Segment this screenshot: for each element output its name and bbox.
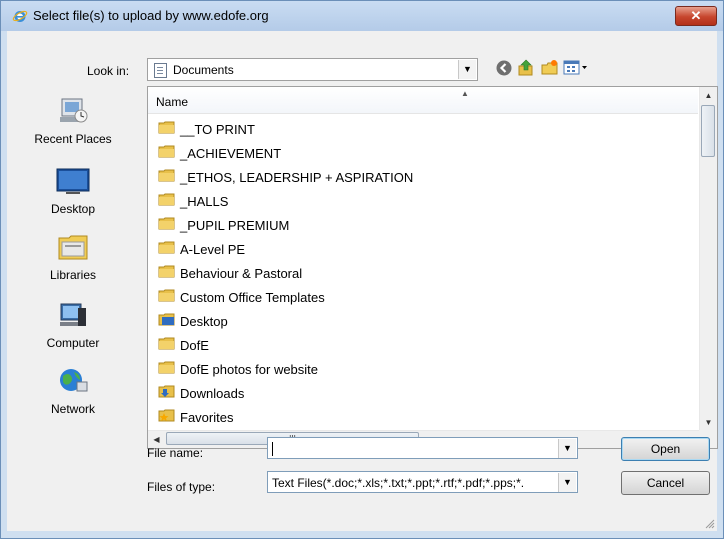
desktop-icon [56, 168, 90, 194]
list-item[interactable]: _ACHIEVEMENT [158, 141, 688, 163]
folder-icon [158, 265, 175, 278]
libraries-icon [58, 235, 88, 260]
list-item[interactable]: DofE [158, 333, 688, 355]
place-recent-places[interactable]: Recent Places [7, 96, 139, 146]
list-item[interactable]: _PUPIL PREMIUM [158, 213, 688, 235]
place-network[interactable]: Network [7, 366, 139, 416]
item-label: __TO PRINT [180, 122, 255, 137]
files-of-type-label: Files of type: [147, 480, 216, 494]
list-item[interactable]: __TO PRINT [158, 117, 688, 139]
downloads-folder-icon [158, 385, 175, 398]
text-caret [272, 442, 273, 456]
folder-icon [158, 289, 175, 302]
place-label: Recent Places [34, 132, 112, 146]
list-item[interactable]: Behaviour & Pastoral [158, 261, 688, 283]
item-label: _PUPIL PREMIUM [180, 218, 290, 233]
network-icon [60, 369, 88, 392]
documents-icon [154, 63, 167, 78]
look-in-dropdown[interactable]: Documents ▼ [147, 58, 478, 81]
look-in-value: Documents [173, 63, 234, 77]
item-label: DofE photos for website [180, 362, 319, 377]
look-in-label: Look in: [87, 64, 130, 78]
new-folder-icon[interactable] [541, 59, 559, 77]
item-label: Custom Office Templates [180, 290, 325, 305]
place-label: Desktop [50, 202, 96, 216]
column-header-name[interactable]: Name ▲ [148, 87, 698, 114]
place-desktop[interactable]: Desktop [7, 166, 139, 216]
scroll-up-icon[interactable]: ▲ [700, 87, 717, 104]
resize-grip-icon[interactable] [705, 519, 715, 529]
place-label: Computer [46, 336, 100, 350]
list-item[interactable]: DofE photos for website [158, 357, 688, 379]
item-label: DofE [180, 338, 209, 353]
list-item[interactable]: Favorites [158, 405, 688, 427]
open-button[interactable]: Open [621, 437, 710, 461]
folder-icon [158, 217, 175, 230]
item-label: _ACHIEVEMENT [180, 146, 282, 161]
window-title: Select file(s) to upload by www.edofe.or… [33, 8, 269, 23]
folder-icon [158, 337, 175, 350]
place-label: Network [50, 402, 95, 416]
list-item[interactable]: _HALLS [158, 189, 688, 211]
item-label: Downloads [180, 386, 245, 401]
view-menu-icon[interactable] [563, 59, 589, 77]
chevron-down-icon[interactable]: ▼ [558, 473, 576, 492]
folder-icon [158, 193, 175, 206]
file-list[interactable]: Name ▲ __TO PRINT _ACHIEVEMENT _ETHOS, L… [147, 86, 718, 449]
favorites-folder-icon [158, 409, 175, 422]
file-name-label: File name: [147, 446, 204, 460]
title-bar[interactable]: Select file(s) to upload by www.edofe.or… [1, 1, 723, 31]
folder-icon [158, 121, 175, 134]
file-upload-dialog: Select file(s) to upload by www.edofe.or… [0, 0, 724, 539]
close-button[interactable]: ✕ [675, 6, 717, 26]
item-label: Behaviour & Pastoral [180, 266, 303, 281]
list-item[interactable]: Custom Office Templates [158, 285, 688, 307]
list-item[interactable]: Desktop [158, 309, 688, 331]
file-name-input[interactable]: ▼ [267, 437, 578, 459]
files-of-type-dropdown[interactable]: Text Files(*.doc;*.xls;*.txt;*.ppt;*.rtf… [267, 471, 578, 493]
desktop-folder-icon [158, 313, 175, 326]
cancel-button[interactable]: Cancel [621, 471, 710, 495]
list-item[interactable]: _ETHOS, LEADERSHIP + ASPIRATION [158, 165, 688, 187]
internet-explorer-icon [12, 10, 28, 22]
chevron-down-icon[interactable]: ▼ [558, 439, 576, 458]
folder-icon [158, 241, 175, 254]
places-bar: Recent Places Desktop Libraries Computer… [7, 86, 139, 426]
item-label: _ETHOS, LEADERSHIP + ASPIRATION [180, 170, 414, 185]
list-item[interactable]: A-Level PE [158, 237, 688, 259]
files-of-type-value: Text Files(*.doc;*.xls;*.txt;*.ppt;*.rtf… [272, 476, 525, 490]
vertical-scrollbar[interactable]: ▲ ▼ [699, 87, 717, 431]
item-label: _HALLS [180, 194, 229, 209]
vertical-scroll-thumb[interactable] [701, 105, 715, 157]
place-computer[interactable]: Computer [7, 300, 139, 350]
computer-icon [60, 303, 86, 326]
item-label: Desktop [180, 314, 228, 329]
recent-places-icon [60, 98, 88, 123]
sort-arrow-icon: ▲ [461, 89, 469, 98]
chevron-down-icon[interactable]: ▼ [458, 60, 476, 79]
folder-icon [158, 361, 175, 374]
item-label: A-Level PE [180, 242, 246, 257]
folder-icon [158, 145, 175, 158]
up-folder-icon[interactable] [517, 59, 535, 77]
scroll-down-icon[interactable]: ▼ [700, 414, 717, 431]
place-label: Libraries [49, 268, 97, 282]
back-icon[interactable] [495, 59, 513, 77]
list-item[interactable]: Downloads [158, 381, 688, 403]
dialog-body: Look in: Documents ▼ Recent Places Deskt… [7, 31, 718, 531]
item-label: Favorites [180, 410, 234, 425]
column-header-label: Name [156, 95, 189, 109]
place-libraries[interactable]: Libraries [7, 232, 139, 282]
folder-icon [158, 169, 175, 182]
